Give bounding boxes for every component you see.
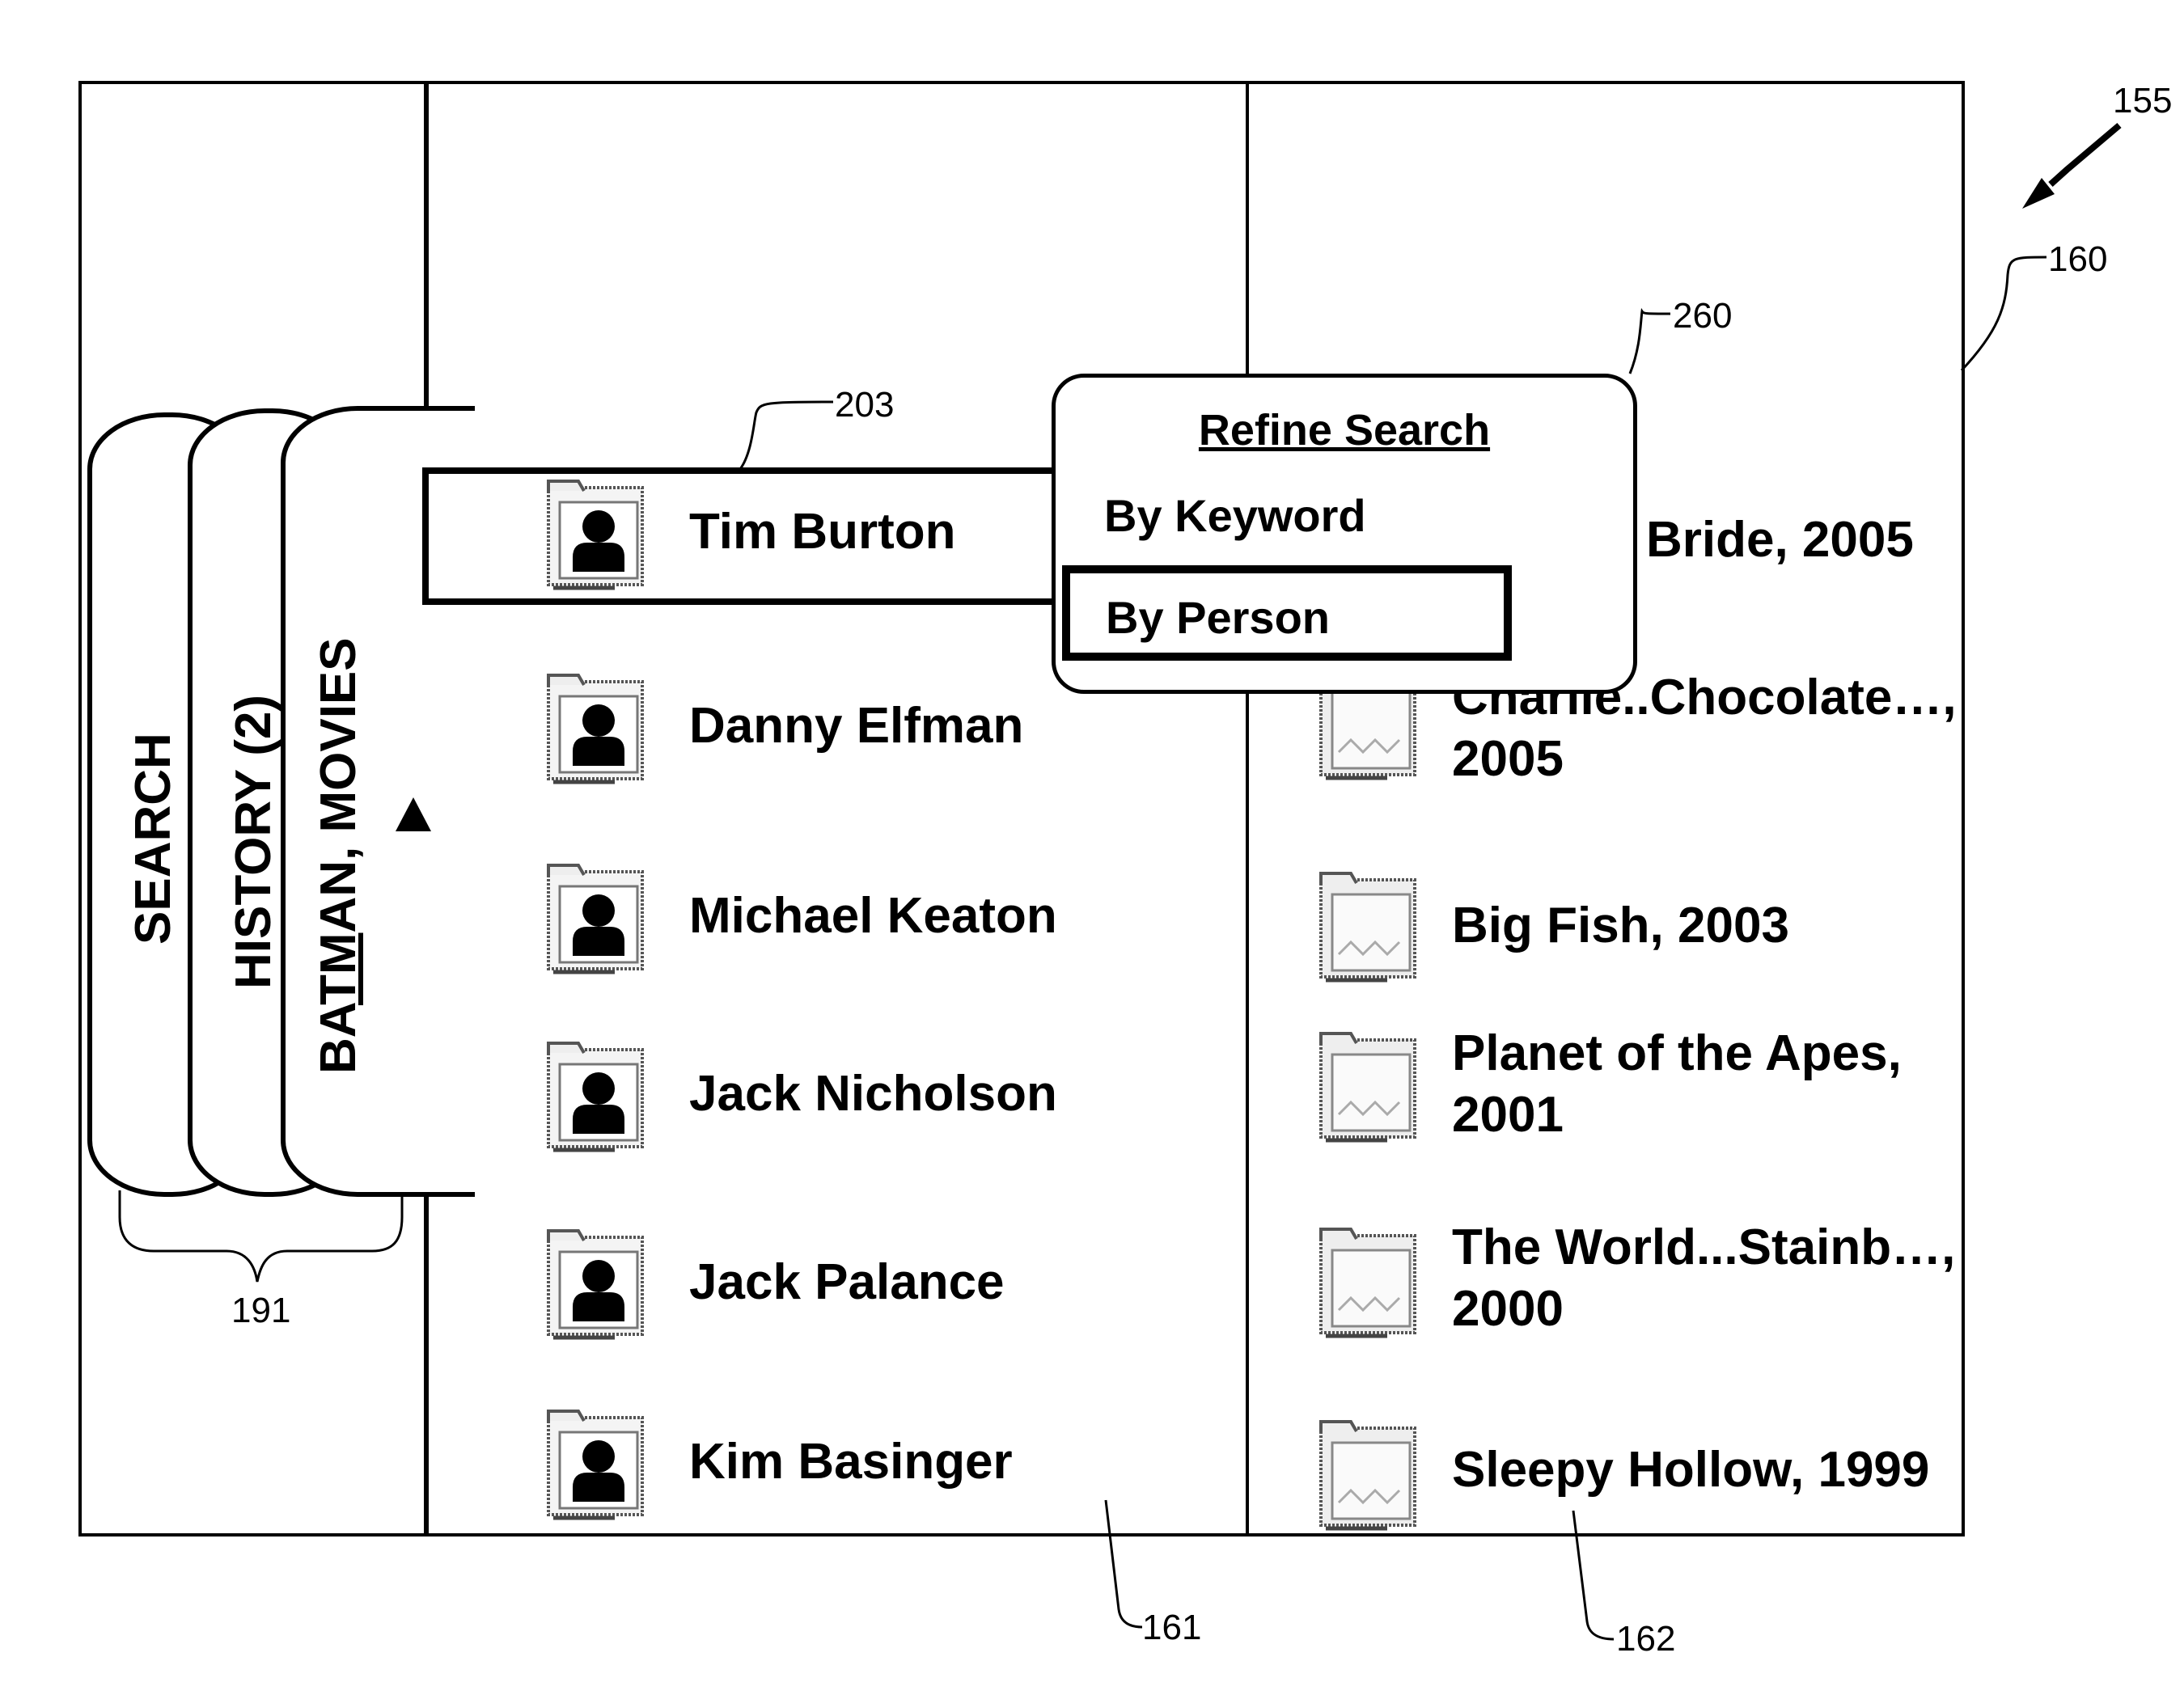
ref-260: 260 [1673, 296, 1733, 336]
leader-161 [1104, 1499, 1143, 1629]
ref-160: 160 [2048, 239, 2108, 279]
leader-260 [1628, 307, 1671, 374]
brace-191 [118, 1190, 404, 1283]
leader-203 [739, 400, 834, 470]
arrow-155 [2048, 122, 2122, 187]
leader-lines [118, 122, 2122, 1641]
ref-203: 203 [835, 385, 895, 425]
leader-162 [1572, 1510, 1615, 1641]
ref-162: 162 [1616, 1619, 1676, 1659]
ref-155: 155 [2113, 81, 2173, 120]
leader-160 [1960, 256, 2047, 372]
ref-191: 191 [231, 1291, 291, 1330]
ref-161: 161 [1142, 1608, 1202, 1647]
